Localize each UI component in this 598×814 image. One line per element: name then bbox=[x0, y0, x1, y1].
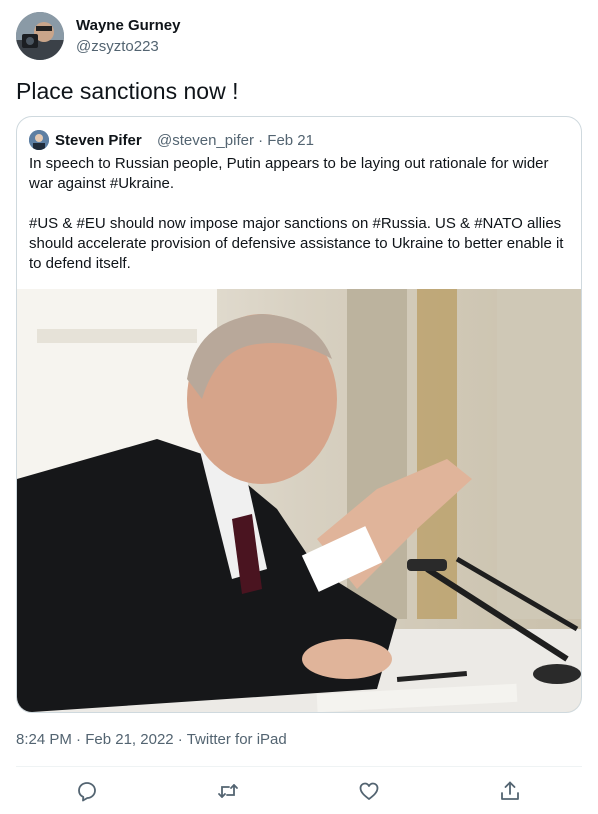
quoted-author-handle: @steven_pifer bbox=[157, 132, 254, 149]
quoted-tweet-date: Feb 21 bbox=[267, 132, 314, 149]
quoted-author-avatar bbox=[29, 130, 49, 150]
tweet-timestamp-row: 8:24 PM · Feb 21, 2022 · Twitter for iPa… bbox=[16, 731, 287, 748]
quoted-tweet-card[interactable]: Steven Pifer @steven_pifer · Feb 21 In s… bbox=[16, 116, 582, 713]
retweet-button[interactable] bbox=[216, 779, 240, 803]
author-avatar[interactable] bbox=[16, 12, 64, 60]
quoted-author-name: Steven Pifer bbox=[55, 132, 142, 149]
share-icon bbox=[501, 781, 519, 800]
quoted-tweet-paragraph: In speech to Russian people, Putin appea… bbox=[29, 155, 549, 192]
retweet-icon bbox=[218, 784, 238, 798]
tweet-date[interactable]: Feb 21, 2022 bbox=[85, 731, 173, 748]
tweet-header: Wayne Gurney @zsyzto223 bbox=[16, 12, 576, 62]
tweet-source[interactable]: Twitter for iPad bbox=[187, 731, 287, 748]
quoted-tweet-photo[interactable] bbox=[17, 289, 581, 712]
reply-icon bbox=[78, 782, 96, 802]
quoted-tweet-header: Steven Pifer @steven_pifer · Feb 21 bbox=[29, 130, 569, 150]
separator: · bbox=[71, 731, 86, 748]
tweet-time[interactable]: 8:24 PM bbox=[16, 731, 72, 748]
separator: · bbox=[253, 132, 268, 149]
quoted-author-meta: @steven_pifer · Feb 21 bbox=[157, 132, 314, 149]
author-name[interactable]: Wayne Gurney bbox=[76, 17, 180, 34]
share-button[interactable] bbox=[498, 779, 522, 803]
like-icon bbox=[359, 782, 379, 800]
tweet-text: Place sanctions now ! bbox=[16, 78, 239, 104]
separator: · bbox=[173, 731, 187, 748]
quoted-tweet-body: In speech to Russian people, Putin appea… bbox=[29, 154, 574, 274]
like-button[interactable] bbox=[357, 779, 381, 803]
quoted-tweet-paragraph: #US & #EU should now impose major sancti… bbox=[29, 215, 564, 272]
author-handle[interactable]: @zsyzto223 bbox=[76, 38, 159, 55]
reply-button[interactable] bbox=[75, 779, 99, 803]
tweet-actions bbox=[16, 766, 582, 814]
